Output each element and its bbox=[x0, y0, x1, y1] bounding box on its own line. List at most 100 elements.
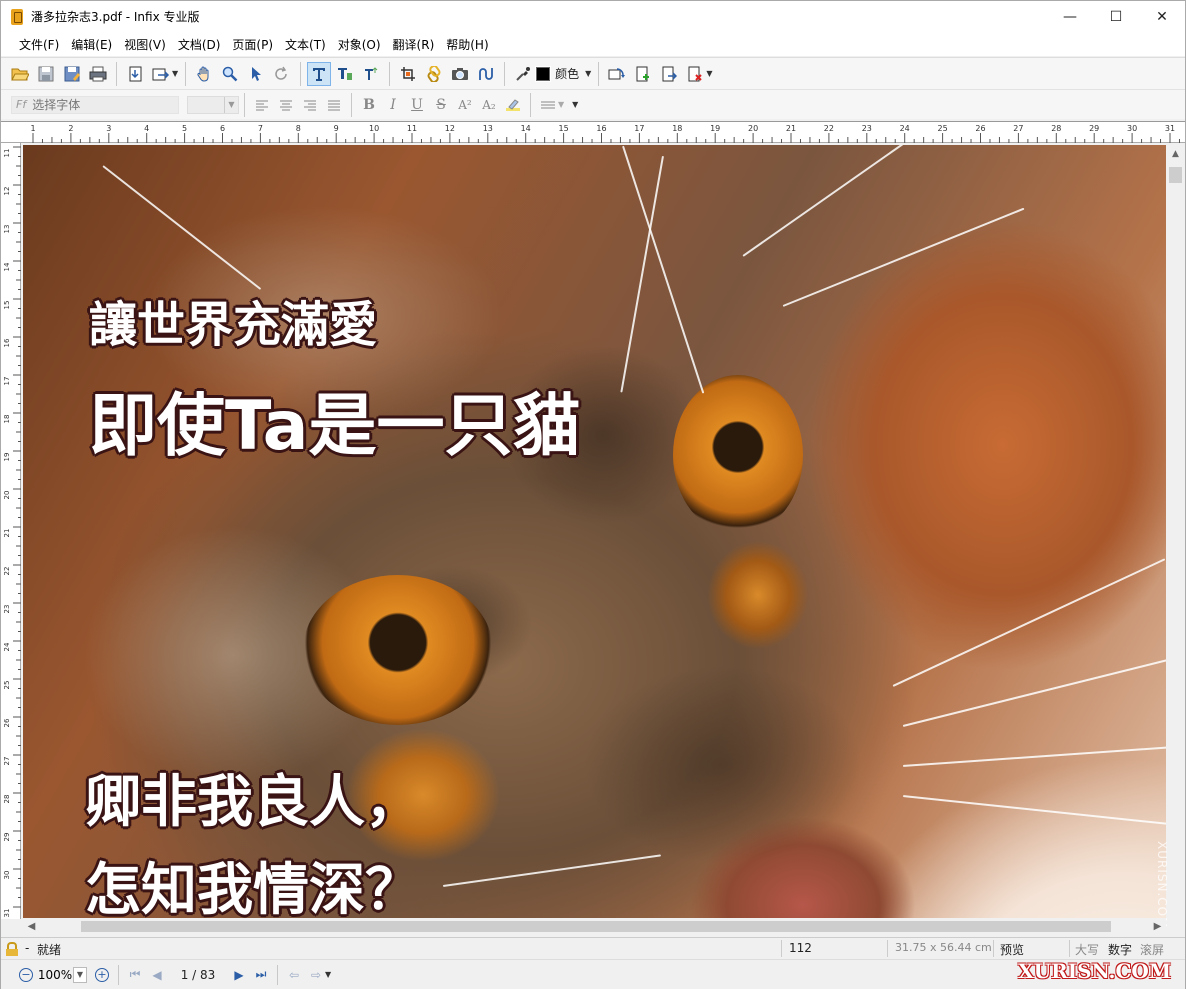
ruler-label: 9 bbox=[334, 124, 339, 133]
camera-icon[interactable] bbox=[448, 62, 472, 86]
rotate-icon[interactable] bbox=[270, 62, 294, 86]
move-page-icon[interactable] bbox=[657, 62, 681, 86]
ruler-label: 11 bbox=[407, 124, 417, 133]
crop-icon[interactable] bbox=[396, 62, 420, 86]
ruler-label: 27 bbox=[3, 757, 11, 766]
menu-document[interactable]: 文档(D) bbox=[172, 36, 227, 53]
curve-tool-icon[interactable] bbox=[474, 62, 498, 86]
menu-object[interactable]: 对象(O) bbox=[332, 36, 387, 53]
add-page-icon[interactable] bbox=[631, 62, 655, 86]
status-dash: - bbox=[25, 941, 30, 955]
save-as-icon[interactable] bbox=[60, 62, 84, 86]
ruler-label: 16 bbox=[596, 124, 606, 133]
horizontal-scroll-thumb[interactable] bbox=[81, 921, 1111, 932]
history-back-icon[interactable]: ⇦ bbox=[283, 964, 305, 986]
ruler-label: 25 bbox=[938, 124, 948, 133]
line-spacing-icon[interactable] bbox=[536, 94, 560, 116]
menu-help[interactable]: 帮助(H) bbox=[440, 36, 494, 53]
subscript-button[interactable]: A₂ bbox=[477, 94, 501, 116]
menu-edit[interactable]: 编辑(E) bbox=[65, 36, 118, 53]
print-icon[interactable] bbox=[86, 62, 110, 86]
zoom-tool-icon[interactable] bbox=[218, 62, 242, 86]
export-dropdown-icon[interactable]: ▼ bbox=[172, 69, 178, 78]
vertical-scrollbar[interactable]: ▲ bbox=[1166, 145, 1185, 918]
align-left-icon[interactable] bbox=[250, 94, 274, 116]
strikethrough-button[interactable]: S bbox=[429, 94, 453, 116]
color-swatch[interactable] bbox=[535, 65, 552, 82]
italic-button[interactable]: I bbox=[381, 94, 405, 116]
menu-file[interactable]: 文件(F) bbox=[13, 36, 65, 53]
ruler-label: 25 bbox=[3, 681, 11, 690]
cat-eye-right bbox=[673, 375, 803, 535]
page-indicator[interactable]: 1 / 83 bbox=[168, 968, 228, 982]
document-page[interactable]: 讓世界充滿愛 即使Ta是一只貓 卿非我良人， 怎知我情深？ bbox=[23, 145, 1166, 918]
ruler-label: 15 bbox=[559, 124, 569, 133]
history-forward-icon[interactable]: ⇨ bbox=[305, 964, 327, 986]
align-center-icon[interactable] bbox=[274, 94, 298, 116]
headline-not-my-love[interactable]: 卿非我良人， bbox=[85, 757, 421, 838]
vertical-ruler: 11 12 13 14 15 16 17 18 19 20 21 22 23 24 25 26 27 28 29 30… bbox=[1, 143, 21, 919]
font-size-selector[interactable]: ▼ bbox=[187, 95, 239, 114]
status-divider bbox=[1069, 940, 1070, 957]
ruler-label: 4 bbox=[144, 124, 149, 133]
ruler-label: 17 bbox=[634, 124, 644, 133]
underline-button[interactable]: U bbox=[405, 94, 429, 116]
headline-even-cat[interactable]: 即使Ta是一只貓 bbox=[89, 370, 581, 469]
delete-page-icon[interactable] bbox=[683, 62, 707, 86]
toolbar-separator bbox=[504, 61, 506, 86]
horizontal-scrollbar[interactable]: ◀ ▶ bbox=[23, 918, 1166, 935]
select-arrow-icon[interactable] bbox=[244, 62, 268, 86]
menu-page[interactable]: 页面(P) bbox=[226, 36, 279, 53]
zoom-dropdown-icon[interactable]: ▼ bbox=[73, 966, 87, 983]
link-icon[interactable] bbox=[422, 62, 446, 86]
ruler-label: 24 bbox=[3, 642, 11, 651]
hand-tool-icon[interactable] bbox=[192, 62, 216, 86]
text-tool-icon[interactable] bbox=[307, 61, 332, 86]
highlight-icon[interactable] bbox=[501, 94, 525, 116]
menu-view[interactable]: 视图(V) bbox=[118, 36, 172, 53]
ruler-label: 13 bbox=[3, 225, 11, 234]
format-dropdown-icon[interactable]: ▼ bbox=[572, 100, 578, 109]
close-button[interactable]: ✕ bbox=[1139, 1, 1185, 32]
scroll-right-arrow-icon[interactable]: ▶ bbox=[1149, 918, 1166, 935]
menu-text[interactable]: 文本(T) bbox=[279, 36, 332, 53]
minimize-button[interactable]: — bbox=[1047, 1, 1093, 32]
zoom-out-icon[interactable]: − bbox=[15, 964, 37, 986]
next-page-icon[interactable]: ▶ bbox=[228, 964, 250, 986]
eyedropper-icon[interactable] bbox=[511, 62, 535, 86]
page-rotate-icon[interactable] bbox=[605, 62, 629, 86]
last-page-icon[interactable]: ⏭ bbox=[250, 964, 272, 986]
align-justify-icon[interactable] bbox=[322, 94, 346, 116]
status-bar: - 就绪 112 31.75 x 56.44 cm 预览 大写 数字 滚屏 bbox=[1, 937, 1185, 959]
zoom-level[interactable]: 100% bbox=[37, 968, 73, 982]
superscript-button[interactable]: A² bbox=[453, 94, 477, 116]
scroll-left-arrow-icon[interactable]: ◀ bbox=[23, 918, 40, 935]
toolbar-separator bbox=[244, 92, 245, 117]
zoom-in-icon[interactable]: + bbox=[91, 964, 113, 986]
menu-translate[interactable]: 翻译(R) bbox=[387, 36, 441, 53]
first-page-icon[interactable]: ⏮ bbox=[124, 964, 146, 986]
headline-love-world[interactable]: 讓世界充滿愛 bbox=[89, 285, 377, 355]
align-right-icon[interactable] bbox=[298, 94, 322, 116]
previous-page-icon[interactable]: ◀ bbox=[146, 964, 168, 986]
ruler-label: 26 bbox=[975, 124, 985, 133]
color-label[interactable]: 颜色 bbox=[555, 65, 579, 82]
text-flow-icon[interactable] bbox=[333, 62, 357, 86]
save-icon[interactable] bbox=[34, 62, 58, 86]
export-page-icon[interactable] bbox=[149, 62, 173, 86]
open-folder-icon[interactable] bbox=[8, 62, 32, 86]
import-page-icon[interactable] bbox=[123, 62, 147, 86]
line-spacing-dropdown-icon[interactable]: ▼ bbox=[558, 100, 564, 109]
color-dropdown-icon[interactable]: ▼ bbox=[585, 69, 591, 78]
scroll-up-arrow-icon[interactable]: ▲ bbox=[1166, 145, 1185, 163]
bold-button[interactable]: B bbox=[357, 94, 381, 116]
font-selector[interactable]: Ff 选择字体 bbox=[11, 95, 179, 114]
headline-my-deep-feelings[interactable]: 怎知我情深？ bbox=[85, 845, 421, 918]
text-column-icon[interactable] bbox=[359, 62, 383, 86]
maximize-button[interactable]: ☐ bbox=[1093, 1, 1139, 32]
vertical-watermark: XURISN.COM bbox=[1155, 841, 1169, 929]
vertical-ruler-scale: 11 12 13 14 15 16 17 18 19 20 21 22 23 24 25 26 27 28 29 30… bbox=[3, 146, 21, 917]
vertical-scroll-thumb[interactable] bbox=[1169, 167, 1182, 183]
history-dropdown-icon[interactable]: ▼ bbox=[325, 970, 331, 979]
page-dropdown-icon[interactable]: ▼ bbox=[706, 69, 712, 78]
